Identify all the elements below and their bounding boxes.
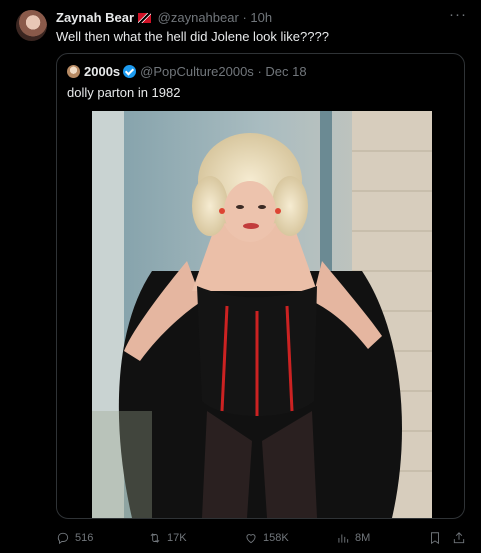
author-avatar[interactable] <box>16 10 47 41</box>
reply-button[interactable]: 516 <box>56 530 93 546</box>
quoted-text: dolly parton in 1982 <box>67 85 181 100</box>
tweet-text: Well then what the hell did Jolene look … <box>56 29 329 44</box>
like-count: 158K <box>263 532 289 544</box>
bookmark-icon <box>431 532 439 545</box>
quoted-date[interactable]: Dec 18 <box>265 64 306 79</box>
quoted-header: 2000s @PopCulture2000s · Dec 18 <box>67 64 307 80</box>
bookmark-button[interactable] <box>428 530 442 546</box>
header-separator: · <box>242 10 247 25</box>
reply-icon <box>57 532 69 545</box>
views-icon <box>338 534 349 543</box>
quoted-separator: · <box>257 64 262 79</box>
tweet-time[interactable]: 10h <box>250 10 272 25</box>
repost-count: 17K <box>167 532 187 544</box>
photo-illustration <box>92 111 432 518</box>
quoted-tweet[interactable]: 2000s @PopCulture2000s · Dec 18 dolly par… <box>56 53 465 519</box>
more-icon[interactable]: ··· <box>449 6 467 23</box>
tweet[interactable]: Zaynah Bear @zaynahbear · 10h ··· Well t… <box>0 0 481 553</box>
reply-count: 516 <box>75 532 94 544</box>
repost-icon <box>150 533 160 543</box>
author-handle[interactable]: @zaynahbear <box>158 10 239 25</box>
flag-icon <box>138 13 152 23</box>
quoted-author-name[interactable]: 2000s <box>84 64 120 79</box>
like-button[interactable]: 158K <box>244 530 289 546</box>
action-bar: 516 17K 158K 8M <box>56 530 468 546</box>
views-count: 8M <box>355 532 371 544</box>
quoted-avatar[interactable] <box>67 65 80 78</box>
repost-button[interactable]: 17K <box>148 530 187 546</box>
verified-icon <box>123 65 137 78</box>
author-name[interactable]: Zaynah Bear <box>56 10 134 25</box>
tweet-header: Zaynah Bear @zaynahbear · 10h <box>56 10 469 26</box>
views-button[interactable]: 8M <box>336 530 370 546</box>
quoted-photo[interactable] <box>92 111 432 518</box>
quoted-handle[interactable]: @PopCulture2000s <box>140 64 254 79</box>
like-icon <box>246 534 256 544</box>
share-icon <box>453 532 465 544</box>
share-button[interactable] <box>452 530 466 546</box>
